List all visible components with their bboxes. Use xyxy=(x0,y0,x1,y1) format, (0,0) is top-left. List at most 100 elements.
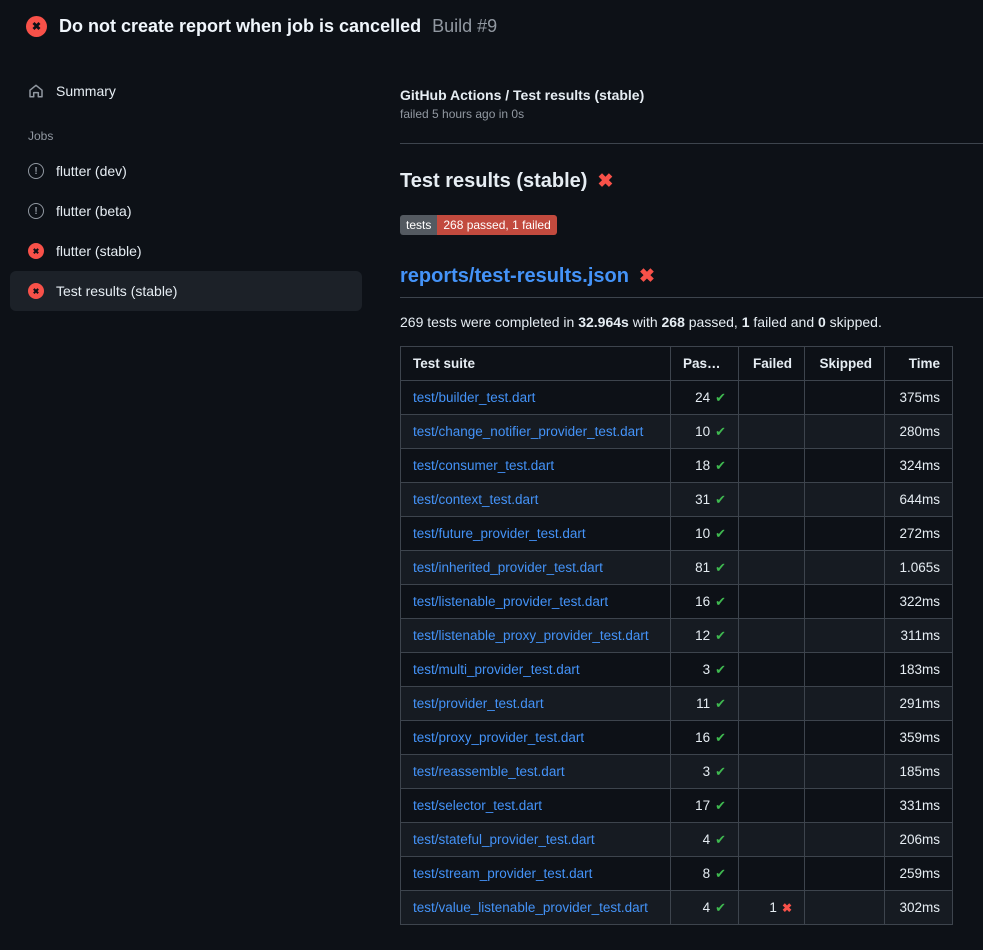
failed-cell xyxy=(739,381,805,415)
check-icon: ✔ xyxy=(715,628,726,643)
neutral-status-icon: ! xyxy=(28,203,44,219)
neutral-status-icon: ! xyxy=(28,163,44,179)
skipped-cell xyxy=(805,721,885,755)
run-title: Do not create report when job is cancell… xyxy=(59,16,497,37)
column-header-passed: Passed xyxy=(671,347,739,381)
table-row: test/inherited_provider_test.dart 81✔ 1.… xyxy=(401,551,953,585)
summary-part: passed, xyxy=(685,314,742,330)
failed-cell xyxy=(739,789,805,823)
passed-cell: 8✔ xyxy=(671,857,739,891)
time-cell: 324ms xyxy=(885,449,953,483)
skipped-cell xyxy=(805,857,885,891)
suite-cell: test/inherited_provider_test.dart xyxy=(401,551,671,585)
suite-link[interactable]: test/context_test.dart xyxy=(413,492,538,507)
failed-cell xyxy=(739,653,805,687)
suite-link[interactable]: test/reassemble_test.dart xyxy=(413,764,565,779)
table-row: test/listenable_provider_test.dart 16✔ 3… xyxy=(401,585,953,619)
suite-link[interactable]: test/value_listenable_provider_test.dart xyxy=(413,900,648,915)
suite-cell: test/listenable_provider_test.dart xyxy=(401,585,671,619)
suite-link[interactable]: test/consumer_test.dart xyxy=(413,458,554,473)
failed-x-icon: ✖ xyxy=(597,170,613,193)
check-icon: ✔ xyxy=(715,696,726,711)
time-cell: 311ms xyxy=(885,619,953,653)
suite-cell: test/selector_test.dart xyxy=(401,789,671,823)
skipped-cell xyxy=(805,789,885,823)
suite-link[interactable]: test/stateful_provider_test.dart xyxy=(413,832,595,847)
failed-cell xyxy=(739,517,805,551)
skipped-cell xyxy=(805,891,885,925)
job-label: flutter (beta) xyxy=(56,203,131,219)
passed-cell: 3✔ xyxy=(671,755,739,789)
sidebar-item-flutter-beta[interactable]: ! flutter (beta) xyxy=(10,191,362,231)
build-number: Build #9 xyxy=(432,16,497,36)
failed-status-icon: ✖ xyxy=(28,243,44,259)
sidebar-item-test-results-stable[interactable]: ✖ Test results (stable) xyxy=(10,271,362,311)
skipped-cell xyxy=(805,551,885,585)
table-row: test/context_test.dart 31✔ 644ms xyxy=(401,483,953,517)
failed-cell: 1✖ xyxy=(739,891,805,925)
suite-link[interactable]: test/listenable_proxy_provider_test.dart xyxy=(413,628,649,643)
breadcrumb: GitHub Actions / Test results (stable) xyxy=(400,87,983,103)
suite-cell: test/value_listenable_provider_test.dart xyxy=(401,891,671,925)
table-row: test/consumer_test.dart 18✔ 324ms xyxy=(401,449,953,483)
summary-passed-count: 268 xyxy=(662,314,685,330)
check-icon: ✔ xyxy=(715,458,726,473)
sidebar-item-flutter-dev[interactable]: ! flutter (dev) xyxy=(10,151,362,191)
jobs-heading: Jobs xyxy=(10,129,362,143)
time-cell: 359ms xyxy=(885,721,953,755)
table-row: test/listenable_proxy_provider_test.dart… xyxy=(401,619,953,653)
time-cell: 272ms xyxy=(885,517,953,551)
suite-link[interactable]: test/selector_test.dart xyxy=(413,798,542,813)
table-row: test/builder_test.dart 24✔ 375ms xyxy=(401,381,953,415)
passed-cell: 16✔ xyxy=(671,585,739,619)
skipped-cell xyxy=(805,585,885,619)
suite-cell: test/multi_provider_test.dart xyxy=(401,653,671,687)
passed-cell: 16✔ xyxy=(671,721,739,755)
run-title-text: Do not create report when job is cancell… xyxy=(59,16,421,36)
suite-link[interactable]: test/future_provider_test.dart xyxy=(413,526,586,541)
job-label: flutter (dev) xyxy=(56,163,127,179)
suite-cell: test/provider_test.dart xyxy=(401,687,671,721)
time-cell: 206ms xyxy=(885,823,953,857)
suite-link[interactable]: test/provider_test.dart xyxy=(413,696,544,711)
report-link[interactable]: reports/test-results.json xyxy=(400,265,629,288)
column-header-skipped: Skipped xyxy=(805,347,885,381)
table-row: test/future_provider_test.dart 10✔ 272ms xyxy=(401,517,953,551)
suite-link[interactable]: test/inherited_provider_test.dart xyxy=(413,560,603,575)
suite-link[interactable]: test/proxy_provider_test.dart xyxy=(413,730,584,745)
suite-link[interactable]: test/builder_test.dart xyxy=(413,390,535,405)
skipped-cell xyxy=(805,517,885,551)
check-icon: ✔ xyxy=(715,662,726,677)
check-icon: ✔ xyxy=(715,866,726,881)
badge-value: 268 passed, 1 failed xyxy=(437,215,556,235)
check-icon: ✔ xyxy=(715,390,726,405)
suite-cell: test/change_notifier_provider_test.dart xyxy=(401,415,671,449)
home-icon xyxy=(28,83,44,99)
time-cell: 185ms xyxy=(885,755,953,789)
check-icon: ✔ xyxy=(715,730,726,745)
table-row: test/change_notifier_provider_test.dart … xyxy=(401,415,953,449)
suite-link[interactable]: test/listenable_provider_test.dart xyxy=(413,594,608,609)
passed-cell: 4✔ xyxy=(671,891,739,925)
results-table: Test suite Passed Failed Skipped Time te… xyxy=(400,346,953,925)
header-divider xyxy=(400,143,983,144)
sidebar-item-summary[interactable]: Summary xyxy=(10,75,362,107)
main-content: GitHub Actions / Test results (stable) f… xyxy=(400,51,983,925)
failed-cell xyxy=(739,483,805,517)
table-row: test/stream_provider_test.dart 8✔ 259ms xyxy=(401,857,953,891)
skipped-cell xyxy=(805,619,885,653)
time-cell: 291ms xyxy=(885,687,953,721)
failed-status-icon: ✖ xyxy=(26,16,47,37)
suite-link[interactable]: test/change_notifier_provider_test.dart xyxy=(413,424,643,439)
skipped-cell xyxy=(805,653,885,687)
suite-link[interactable]: test/stream_provider_test.dart xyxy=(413,866,592,881)
summary-part: skipped. xyxy=(826,314,882,330)
failed-cell xyxy=(739,755,805,789)
job-label: flutter (stable) xyxy=(56,243,142,259)
suite-cell: test/stateful_provider_test.dart xyxy=(401,823,671,857)
failed-cell xyxy=(739,687,805,721)
skipped-cell xyxy=(805,415,885,449)
sidebar-item-flutter-stable[interactable]: ✖ flutter (stable) xyxy=(10,231,362,271)
suite-link[interactable]: test/multi_provider_test.dart xyxy=(413,662,580,677)
failed-cell xyxy=(739,449,805,483)
